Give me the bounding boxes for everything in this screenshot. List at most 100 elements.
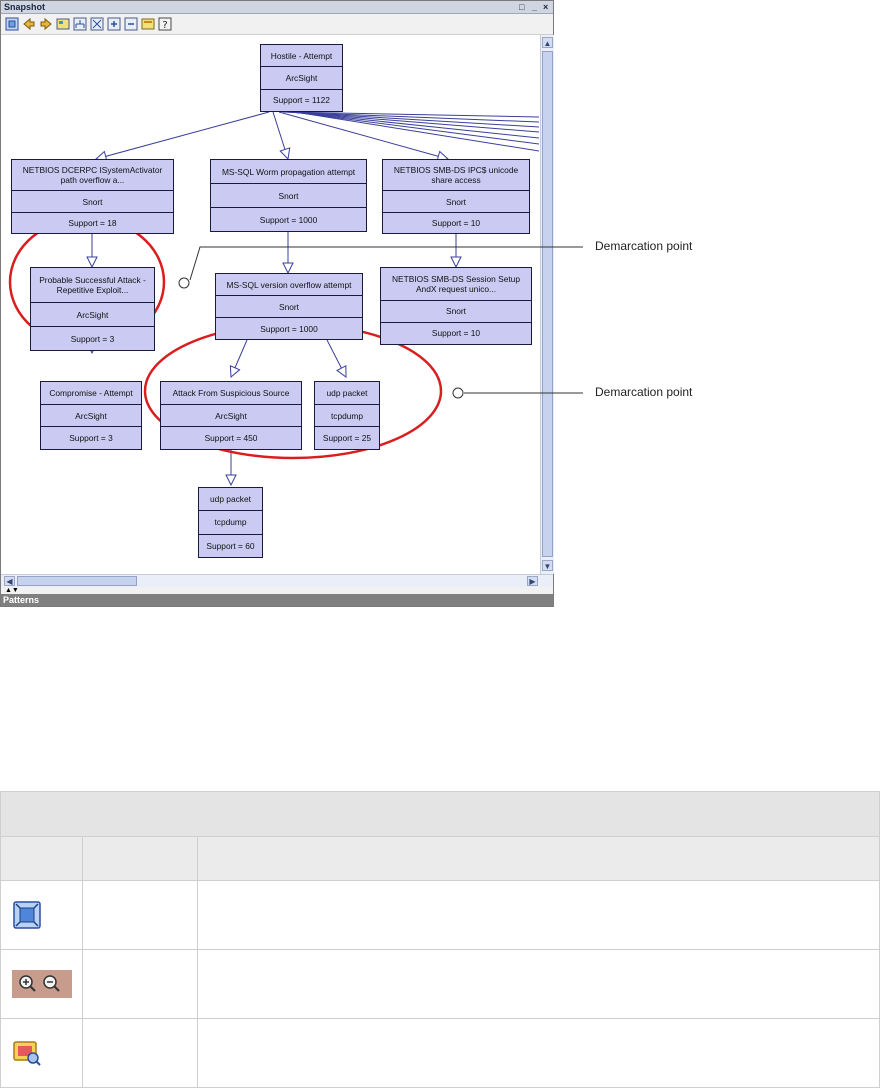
node-support: Support = 10	[381, 321, 531, 344]
node-title: Attack From Suspicious Source	[172, 387, 290, 398]
help-icon[interactable]: ?	[158, 17, 172, 31]
table-row	[0, 880, 880, 950]
toolbar-legend-table	[0, 791, 880, 1088]
node-title: Probable Successful Attack - Repetitive …	[39, 275, 146, 296]
scroll-down-icon[interactable]: ▼	[542, 560, 553, 571]
snapshot-settings-icon	[13, 1041, 41, 1066]
scroll-left-icon[interactable]: ◀	[4, 576, 15, 586]
node-support: Support = 60	[199, 533, 262, 557]
tree-layout-icon[interactable]	[73, 17, 87, 31]
fit-to-window-icon	[13, 901, 41, 929]
node-source: Snort	[216, 295, 362, 317]
node-title: NETBIOS SMB-DS IPC$ unicode share access	[393, 165, 519, 186]
table-row	[0, 949, 880, 1019]
node-title: udp packet	[326, 387, 368, 398]
table-icon-cell	[0, 949, 83, 1019]
graph-node[interactable]: NETBIOS DCERPC ISystemActivator path ove…	[11, 159, 174, 234]
node-support: Support = 1000	[211, 207, 366, 231]
table-icon-cell	[0, 1018, 83, 1088]
graph-node[interactable]: udp packet tcpdump Support = 60	[198, 487, 263, 558]
close-icon[interactable]: ×	[543, 1, 548, 13]
graph-node[interactable]: NETBIOS SMB-DS IPC$ unicode share access…	[382, 159, 530, 234]
node-title: Compromise - Attempt	[49, 387, 133, 398]
node-title: Hostile - Attempt	[270, 50, 333, 61]
table-header-cell	[0, 836, 83, 881]
graph-node[interactable]: MS-SQL version overflow attempt Snort Su…	[215, 273, 363, 340]
graph-node[interactable]: udp packet tcpdump Support = 25	[314, 381, 380, 450]
table-name-cell	[82, 880, 198, 950]
svg-text:?: ?	[162, 20, 167, 31]
node-source: ArcSight	[161, 403, 301, 427]
snapshot-window: Snapshot □ _ × ? Hostile - Attempt ArcSi…	[0, 0, 554, 607]
node-source: Snort	[381, 299, 531, 322]
fit-to-window-icon[interactable]	[5, 17, 19, 31]
vertical-scrollbar[interactable]: ▲ ▼	[540, 35, 554, 574]
table-caption-row	[0, 791, 880, 837]
vertical-scroll-thumb[interactable]	[542, 51, 553, 557]
table-header-row	[0, 836, 880, 881]
patterns-panel-header[interactable]: Patterns	[1, 594, 553, 606]
table-name-cell	[82, 949, 198, 1019]
table-row	[0, 1018, 880, 1088]
back-icon[interactable]	[22, 17, 36, 31]
zoom-in-zoom-out-icons	[12, 970, 72, 998]
edge	[294, 111, 539, 152]
node-support: Support = 25	[315, 426, 379, 449]
node-source: tcpdump	[199, 510, 262, 533]
node-support: Support = 3	[31, 326, 154, 350]
node-title: NETBIOS SMB-DS Session Setup AndX reques…	[392, 273, 520, 294]
zoom-out-icon[interactable]	[124, 17, 138, 31]
node-title: MS-SQL Worm propagation attempt	[221, 166, 356, 177]
node-title: MS-SQL version overflow attempt	[226, 279, 352, 290]
node-support: Support = 1000	[216, 317, 362, 339]
graph-node[interactable]: Attack From Suspicious Source ArcSight S…	[160, 381, 302, 450]
minimize-icon[interactable]: _	[532, 1, 537, 13]
table-header-cell	[196, 836, 880, 881]
table-caption	[0, 791, 880, 837]
edge	[231, 339, 248, 377]
demarcation-point-label: Demarcation point	[595, 239, 693, 253]
graph-node[interactable]: Hostile - Attempt ArcSight Support = 112…	[260, 44, 343, 112]
window-title: Snapshot	[4, 2, 46, 12]
splitter-arrows-icon[interactable]: ▲▼	[5, 587, 19, 594]
expand-icon[interactable]	[90, 17, 104, 31]
edge	[96, 111, 270, 159]
restore-icon[interactable]: □	[519, 1, 524, 13]
settings-icon[interactable]	[141, 17, 155, 31]
zoom-in-icon[interactable]	[107, 17, 121, 31]
graph-node[interactable]: NETBIOS SMB-DS Session Setup AndX reques…	[380, 267, 532, 345]
graph-node[interactable]: Probable Successful Attack - Repetitive …	[30, 267, 155, 351]
edge	[278, 111, 448, 159]
title-bar: Snapshot □ _ ×	[1, 1, 553, 14]
node-source: ArcSight	[31, 302, 154, 326]
table-header-cell	[82, 836, 198, 881]
node-source: ArcSight	[41, 403, 141, 427]
table-description-cell	[196, 949, 880, 1019]
node-support: Support = 450	[161, 426, 301, 449]
demarcation-point-label: Demarcation point	[595, 385, 693, 399]
horizontal-scroll-thumb[interactable]	[17, 576, 137, 586]
node-support: Support = 18	[12, 211, 173, 233]
node-source: Snort	[211, 183, 366, 207]
table-description-cell	[196, 880, 880, 950]
graph-node[interactable]: MS-SQL Worm propagation attempt Snort Su…	[210, 159, 367, 232]
table-name-cell	[82, 1018, 198, 1088]
forward-icon[interactable]	[39, 17, 53, 31]
node-source: ArcSight	[261, 66, 342, 88]
edge	[272, 111, 288, 159]
scroll-right-icon[interactable]: ▶	[527, 576, 538, 586]
toolbar: ?	[1, 14, 553, 35]
graph-node[interactable]: Compromise - Attempt ArcSight Support = …	[40, 381, 142, 450]
node-source: Snort	[12, 190, 173, 211]
layout-icon[interactable]	[56, 17, 70, 31]
edge	[284, 111, 539, 123]
node-support: Support = 10	[383, 211, 529, 233]
panel-splitter[interactable]: ▲▼	[1, 587, 553, 594]
node-title: NETBIOS DCERPC ISystemActivator path ove…	[22, 165, 163, 186]
node-support: Support = 3	[41, 426, 141, 449]
horizontal-scrollbar[interactable]: ◀ ▶	[1, 574, 553, 587]
table-description-cell	[196, 1018, 880, 1088]
scroll-up-icon[interactable]: ▲	[542, 37, 553, 48]
graph-canvas[interactable]: Hostile - Attempt ArcSight Support = 112…	[1, 35, 539, 574]
edge	[326, 339, 346, 377]
